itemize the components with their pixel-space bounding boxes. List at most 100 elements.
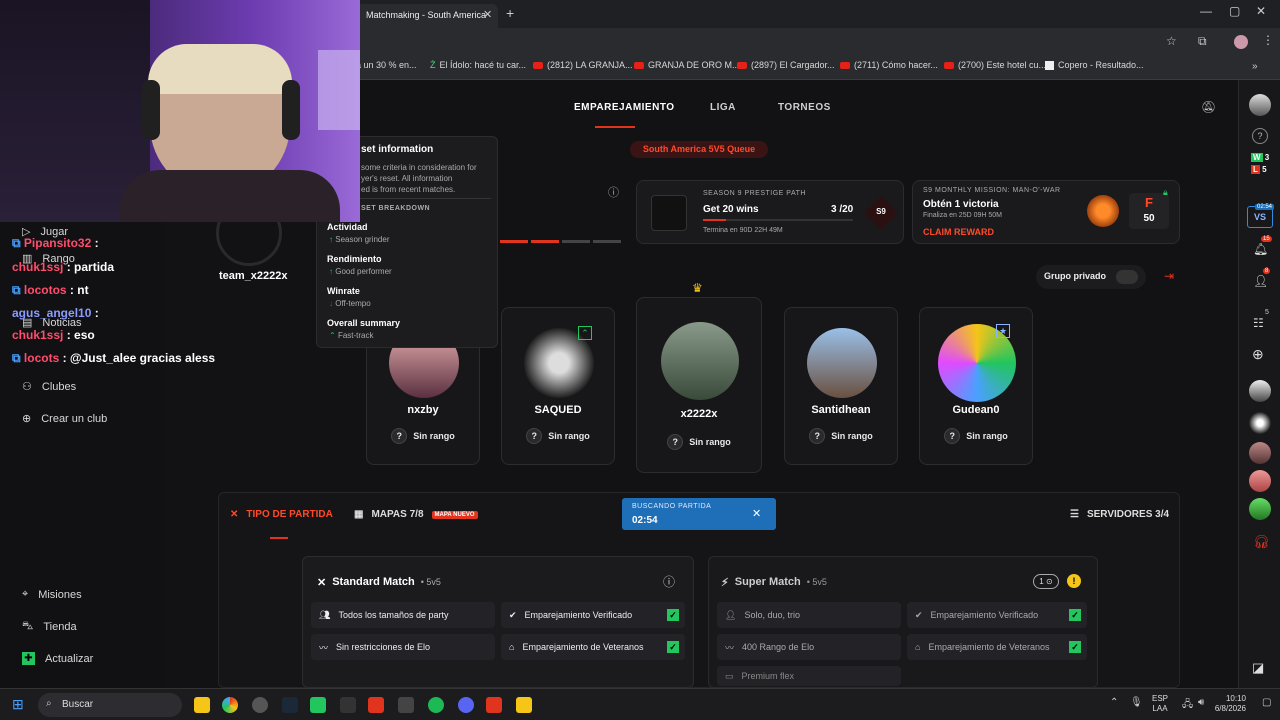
- app-icon[interactable]: [310, 697, 326, 713]
- bookmark[interactable]: GRANJA DE ORO M...: [634, 60, 740, 70]
- monthly-mission-card[interactable]: S9 MONTHLY MISSION: MAN-O'-WAR Obtén 1 v…: [912, 180, 1180, 244]
- sidebar-item-clubs[interactable]: ⚇ Clubes: [22, 380, 76, 394]
- star-icon[interactable]: ☆: [1166, 34, 1177, 48]
- friend-avatar[interactable]: [1249, 412, 1271, 434]
- sidebar-item-create-club[interactable]: ⊕ Crear un club: [22, 412, 107, 426]
- info-icon[interactable]: ⓘ: [608, 184, 619, 200]
- maximize-icon[interactable]: ▢: [1229, 4, 1240, 18]
- friend-avatar[interactable]: [1249, 498, 1271, 520]
- player-card[interactable]: Santidhean ? Sin rango: [784, 307, 898, 465]
- chat-line: ⧉ locotos : nt: [12, 283, 89, 297]
- tab-close-icon[interactable]: ✕: [483, 8, 492, 21]
- chat-line: ⧉ Pipansito32 :: [12, 236, 99, 250]
- bookmark[interactable]: (2812) LA GRANJA...: [533, 60, 633, 70]
- spotify-icon[interactable]: [428, 697, 444, 713]
- graph-icon: 〰: [725, 642, 735, 653]
- friend-avatar[interactable]: [1249, 470, 1271, 492]
- app-icon[interactable]: [368, 697, 384, 713]
- bookmark[interactable]: a un 30 % en...: [356, 60, 417, 70]
- match-type-tab[interactable]: ✕ TIPO DE PARTIDA: [230, 509, 333, 520]
- tab-matchmaking[interactable]: EMPAREJAMIENTO: [574, 102, 675, 113]
- bookmark[interactable]: Copero - Resultado...: [1045, 60, 1144, 70]
- browser-tab[interactable]: Matchmaking - South America ✕: [356, 4, 498, 28]
- option-elo-range: 〰 400 Rango de Elo: [717, 634, 901, 660]
- toggle-switch[interactable]: [1116, 270, 1138, 284]
- extensions-icon[interactable]: ⧉: [1198, 34, 1207, 49]
- super-match-card[interactable]: ⚡︎ Super Match • 5v5 1 ⊙ ! 👤︎ Solo, duo, tr…: [708, 556, 1098, 688]
- tray-chevron-icon[interactable]: ⌃: [1110, 697, 1118, 708]
- app-icon[interactable]: [486, 697, 502, 713]
- add-friend-icon[interactable]: ⊕: [1252, 346, 1264, 363]
- tab-tournaments[interactable]: TORNEOS: [778, 102, 831, 113]
- bookmark[interactable]: (2700) Este hotel cu...: [944, 60, 1046, 70]
- bookmark[interactable]: Ż El Ídolo: hacé tu car...: [430, 60, 526, 70]
- app-logo-icon[interactable]: ◪: [1252, 660, 1264, 676]
- microphone-icon[interactable]: 🎙︎: [1130, 697, 1143, 708]
- prestige-path-card[interactable]: SEASON 9 PRESTIGE PATH Get 20 wins 3 /20…: [636, 180, 904, 244]
- verified-icon: ✔: [915, 609, 923, 620]
- super-match-title: ⚡︎ Super Match • 5v5: [721, 576, 827, 589]
- chat-line: agus_angel10 :: [12, 306, 99, 320]
- headset-icon[interactable]: 🎧︎: [1253, 534, 1270, 550]
- new-tab-icon[interactable]: +: [506, 5, 514, 21]
- option-premium-flex: ▭ Premium flex: [717, 666, 901, 686]
- youtube-icon: [944, 61, 954, 69]
- notifications-icon[interactable]: ▢: [1262, 697, 1271, 708]
- warning-icon[interactable]: !: [1067, 574, 1081, 588]
- app-icon[interactable]: [398, 697, 414, 713]
- file-explorer-icon[interactable]: [194, 697, 210, 713]
- servers-tab[interactable]: ☰ SERVIDORES 3/4: [1070, 509, 1169, 520]
- more-bookmarks-icon[interactable]: »: [1252, 61, 1258, 72]
- friends-icon[interactable]: 👤︎: [1253, 274, 1268, 288]
- maps-tab[interactable]: ▦ MAPAS 7/8 MAPA NUEVO: [354, 509, 478, 520]
- taskbar-search[interactable]: ⌕ Buscar: [38, 693, 182, 717]
- sidebar-item-missions[interactable]: ⌖ Misiones: [22, 588, 82, 601]
- info-icon[interactable]: ⓘ: [663, 573, 675, 590]
- reward-icon: [1087, 195, 1119, 227]
- search-timer: 02:54: [632, 515, 658, 526]
- active-tab-indicator: [595, 126, 635, 128]
- app-icon[interactable]: [340, 697, 356, 713]
- leave-group-icon[interactable]: ⇥: [1164, 269, 1174, 283]
- app-icon[interactable]: [516, 697, 532, 713]
- player-name: SAQUED: [534, 404, 582, 416]
- bookmark[interactable]: (2711) Cómo hacer...: [840, 60, 938, 70]
- notifications-off-icon[interactable]: 🔕︎: [1201, 100, 1216, 114]
- clock[interactable]: 10:10 6/8/2026: [1212, 694, 1246, 714]
- cancel-search-icon[interactable]: ✕: [752, 507, 761, 520]
- discord-icon[interactable]: [458, 697, 474, 713]
- menu-icon[interactable]: ⋮: [1262, 33, 1274, 47]
- tab-league[interactable]: LIGA: [710, 102, 736, 113]
- mission-title: Obtén 1 victoria: [923, 199, 999, 210]
- chrome-icon[interactable]: [222, 697, 238, 713]
- network-icon[interactable]: 🖧︎: [1182, 697, 1193, 714]
- private-group-toggle[interactable]: Grupo privado: [1036, 265, 1146, 289]
- steam-icon[interactable]: [282, 697, 298, 713]
- player-card-self[interactable]: x2222x ? Sin rango: [636, 297, 762, 473]
- breakdown-item-title: Overall summary: [327, 318, 401, 328]
- bell-icon[interactable]: 🔔︎: [1253, 242, 1268, 256]
- standard-match-card[interactable]: ✕ Standard Match • 5v5 ⓘ 👥︎ Todos los tamañ…: [302, 556, 694, 688]
- user-avatar[interactable]: [1249, 94, 1271, 116]
- party-icon[interactable]: ☷: [1253, 316, 1264, 330]
- sidebar-item-shop[interactable]: ⛍ Tienda: [22, 620, 77, 634]
- streamer-hair: [148, 44, 292, 94]
- clubs-icon: ⚇: [22, 381, 32, 393]
- volume-icon[interactable]: 🔊︎: [1198, 697, 1204, 708]
- app-icon[interactable]: [252, 697, 268, 713]
- help-icon[interactable]: ?: [1252, 128, 1268, 144]
- bookmark[interactable]: (2897) El Cargador...: [737, 60, 835, 70]
- breakdown-item-value: ⌃ Fast-track: [329, 331, 374, 340]
- close-window-icon[interactable]: ✕: [1256, 4, 1266, 18]
- searching-match-box[interactable]: BUSCANDO PARTIDA 02:54 ✕: [622, 498, 776, 530]
- friend-avatar[interactable]: [1249, 380, 1271, 402]
- friend-avatar[interactable]: [1249, 442, 1271, 464]
- minimize-icon[interactable]: —: [1200, 4, 1212, 18]
- player-card[interactable]: ★ Gudean0 ? Sin rango: [919, 307, 1033, 465]
- claim-reward-button[interactable]: CLAIM REWARD: [923, 227, 994, 237]
- windows-start-icon[interactable]: ⊞: [12, 696, 24, 713]
- sidebar-item-update[interactable]: ✚ Actualizar: [22, 652, 93, 665]
- profile-icon[interactable]: [1234, 35, 1248, 49]
- language-indicator[interactable]: ESP LAA: [1152, 694, 1168, 714]
- player-card[interactable]: ⌃ SAQUED ? Sin rango: [501, 307, 615, 465]
